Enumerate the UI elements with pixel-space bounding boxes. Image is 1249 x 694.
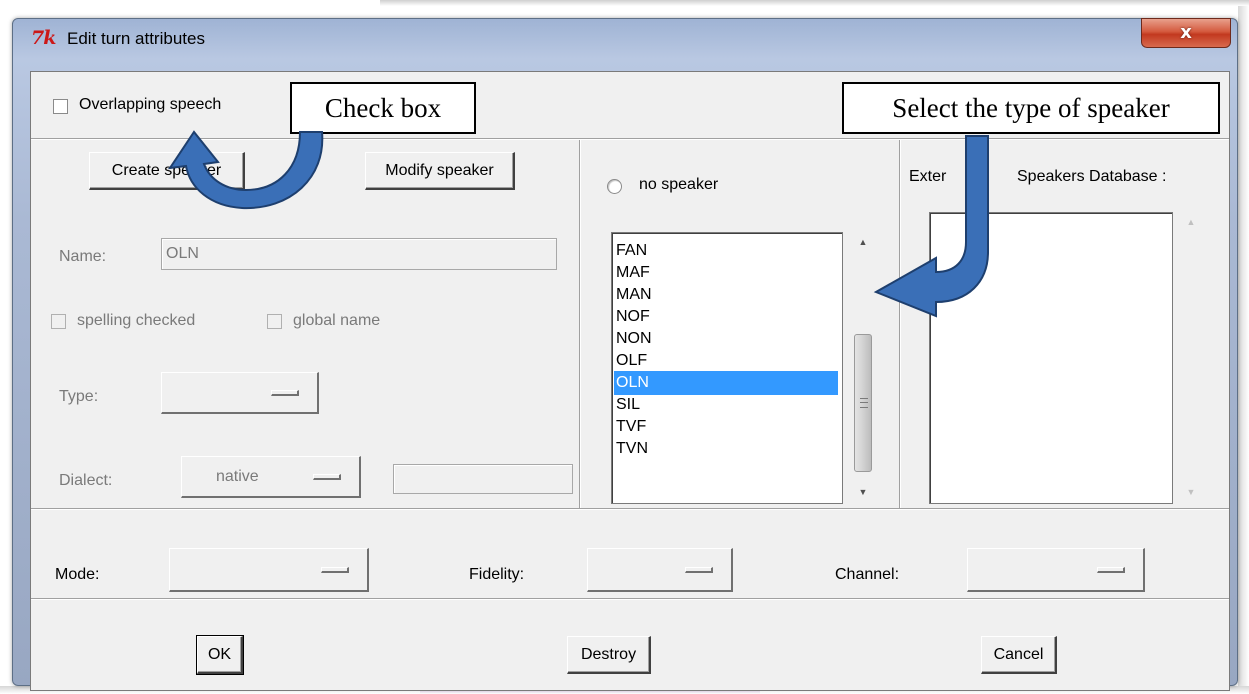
speaker-listbox[interactable]: FAN MAF MAN NOF NON OLF OLN SIL TVF TVN	[611, 232, 843, 504]
list-item[interactable]: NON	[614, 327, 838, 351]
list-item[interactable]: SIL	[614, 393, 838, 417]
name-field[interactable]: OLN	[161, 238, 557, 270]
no-speaker-label[interactable]: no speaker	[639, 176, 718, 194]
dropdown-indicator-icon	[271, 389, 299, 396]
list-item[interactable]: NOF	[614, 305, 838, 329]
fidelity-label: Fidelity:	[469, 566, 525, 583]
list-item[interactable]: MAN	[614, 283, 838, 307]
spelling-checked-checkbox[interactable]	[51, 314, 66, 329]
list-item[interactable]: FAN	[614, 239, 838, 263]
list-item[interactable]: MAF	[614, 261, 838, 285]
spelling-checked-label[interactable]: spelling checked	[77, 312, 195, 330]
destroy-button[interactable]: Destroy	[567, 636, 651, 674]
scroll-grip-icon	[860, 398, 868, 408]
list-item-selected[interactable]: OLN	[614, 371, 838, 395]
mode-label: Mode:	[55, 566, 100, 583]
type-dropdown[interactable]	[161, 372, 319, 414]
external-db-label-end: Speakers Database :	[1017, 168, 1167, 185]
separator-middle	[31, 508, 1229, 510]
overlapping-speech-label[interactable]: Overlapping speech	[79, 96, 221, 114]
separator-left-column	[579, 140, 581, 508]
scroll-up-arrow-icon[interactable]: ▲	[1179, 212, 1203, 232]
ok-button[interactable]: OK	[196, 635, 244, 675]
close-icon: x	[1180, 22, 1192, 43]
dropdown-indicator-icon	[321, 566, 349, 573]
global-name-checkbox[interactable]	[267, 314, 282, 329]
select-speaker-callout: Select the type of speaker	[842, 82, 1220, 134]
scroll-down-arrow-icon[interactable]: ▼	[851, 482, 875, 502]
scroll-down-arrow-icon[interactable]: ▼	[1179, 482, 1203, 502]
dropdown-indicator-icon	[1097, 566, 1125, 573]
overlapping-speech-checkbox[interactable]	[53, 99, 68, 114]
window-shadow-top	[380, 0, 1249, 6]
dialect-dropdown[interactable]: native	[181, 456, 361, 498]
dropdown-indicator-icon	[685, 566, 713, 573]
dialect-extra-field[interactable]	[393, 464, 573, 494]
window-shadow-right	[1238, 6, 1249, 686]
dropdown-indicator-icon	[313, 473, 341, 480]
close-button[interactable]: x	[1141, 18, 1231, 48]
modify-speaker-button[interactable]: Modify speaker	[365, 152, 515, 190]
external-db-scrollbar[interactable]: ▲ ▼	[1179, 212, 1203, 504]
separator-bottom	[31, 598, 1229, 600]
scroll-thumb[interactable]	[854, 334, 872, 472]
window-title: Edit turn attributes	[67, 29, 205, 48]
no-speaker-radio[interactable]	[607, 179, 622, 194]
name-label: Name:	[59, 248, 107, 265]
select-speaker-arrow-icon	[873, 135, 989, 318]
list-item[interactable]: OLF	[614, 349, 838, 373]
title-bar[interactable]: 7k Edit turn attributes x	[13, 18, 1237, 57]
cancel-button[interactable]: Cancel	[981, 636, 1057, 674]
tk-feather-icon: 7k	[31, 27, 56, 49]
dialect-label: Dialect:	[59, 472, 113, 489]
channel-label: Channel:	[835, 566, 900, 583]
list-item[interactable]: TVN	[614, 437, 838, 461]
list-item[interactable]: TVF	[614, 415, 838, 439]
mode-dropdown[interactable]	[169, 548, 369, 592]
fidelity-dropdown[interactable]	[587, 548, 733, 592]
check-box-arrow-icon	[167, 130, 324, 210]
channel-dropdown[interactable]	[967, 548, 1145, 592]
type-label: Type:	[59, 388, 99, 405]
global-name-label[interactable]: global name	[293, 312, 380, 330]
dialect-value: native	[216, 467, 259, 485]
